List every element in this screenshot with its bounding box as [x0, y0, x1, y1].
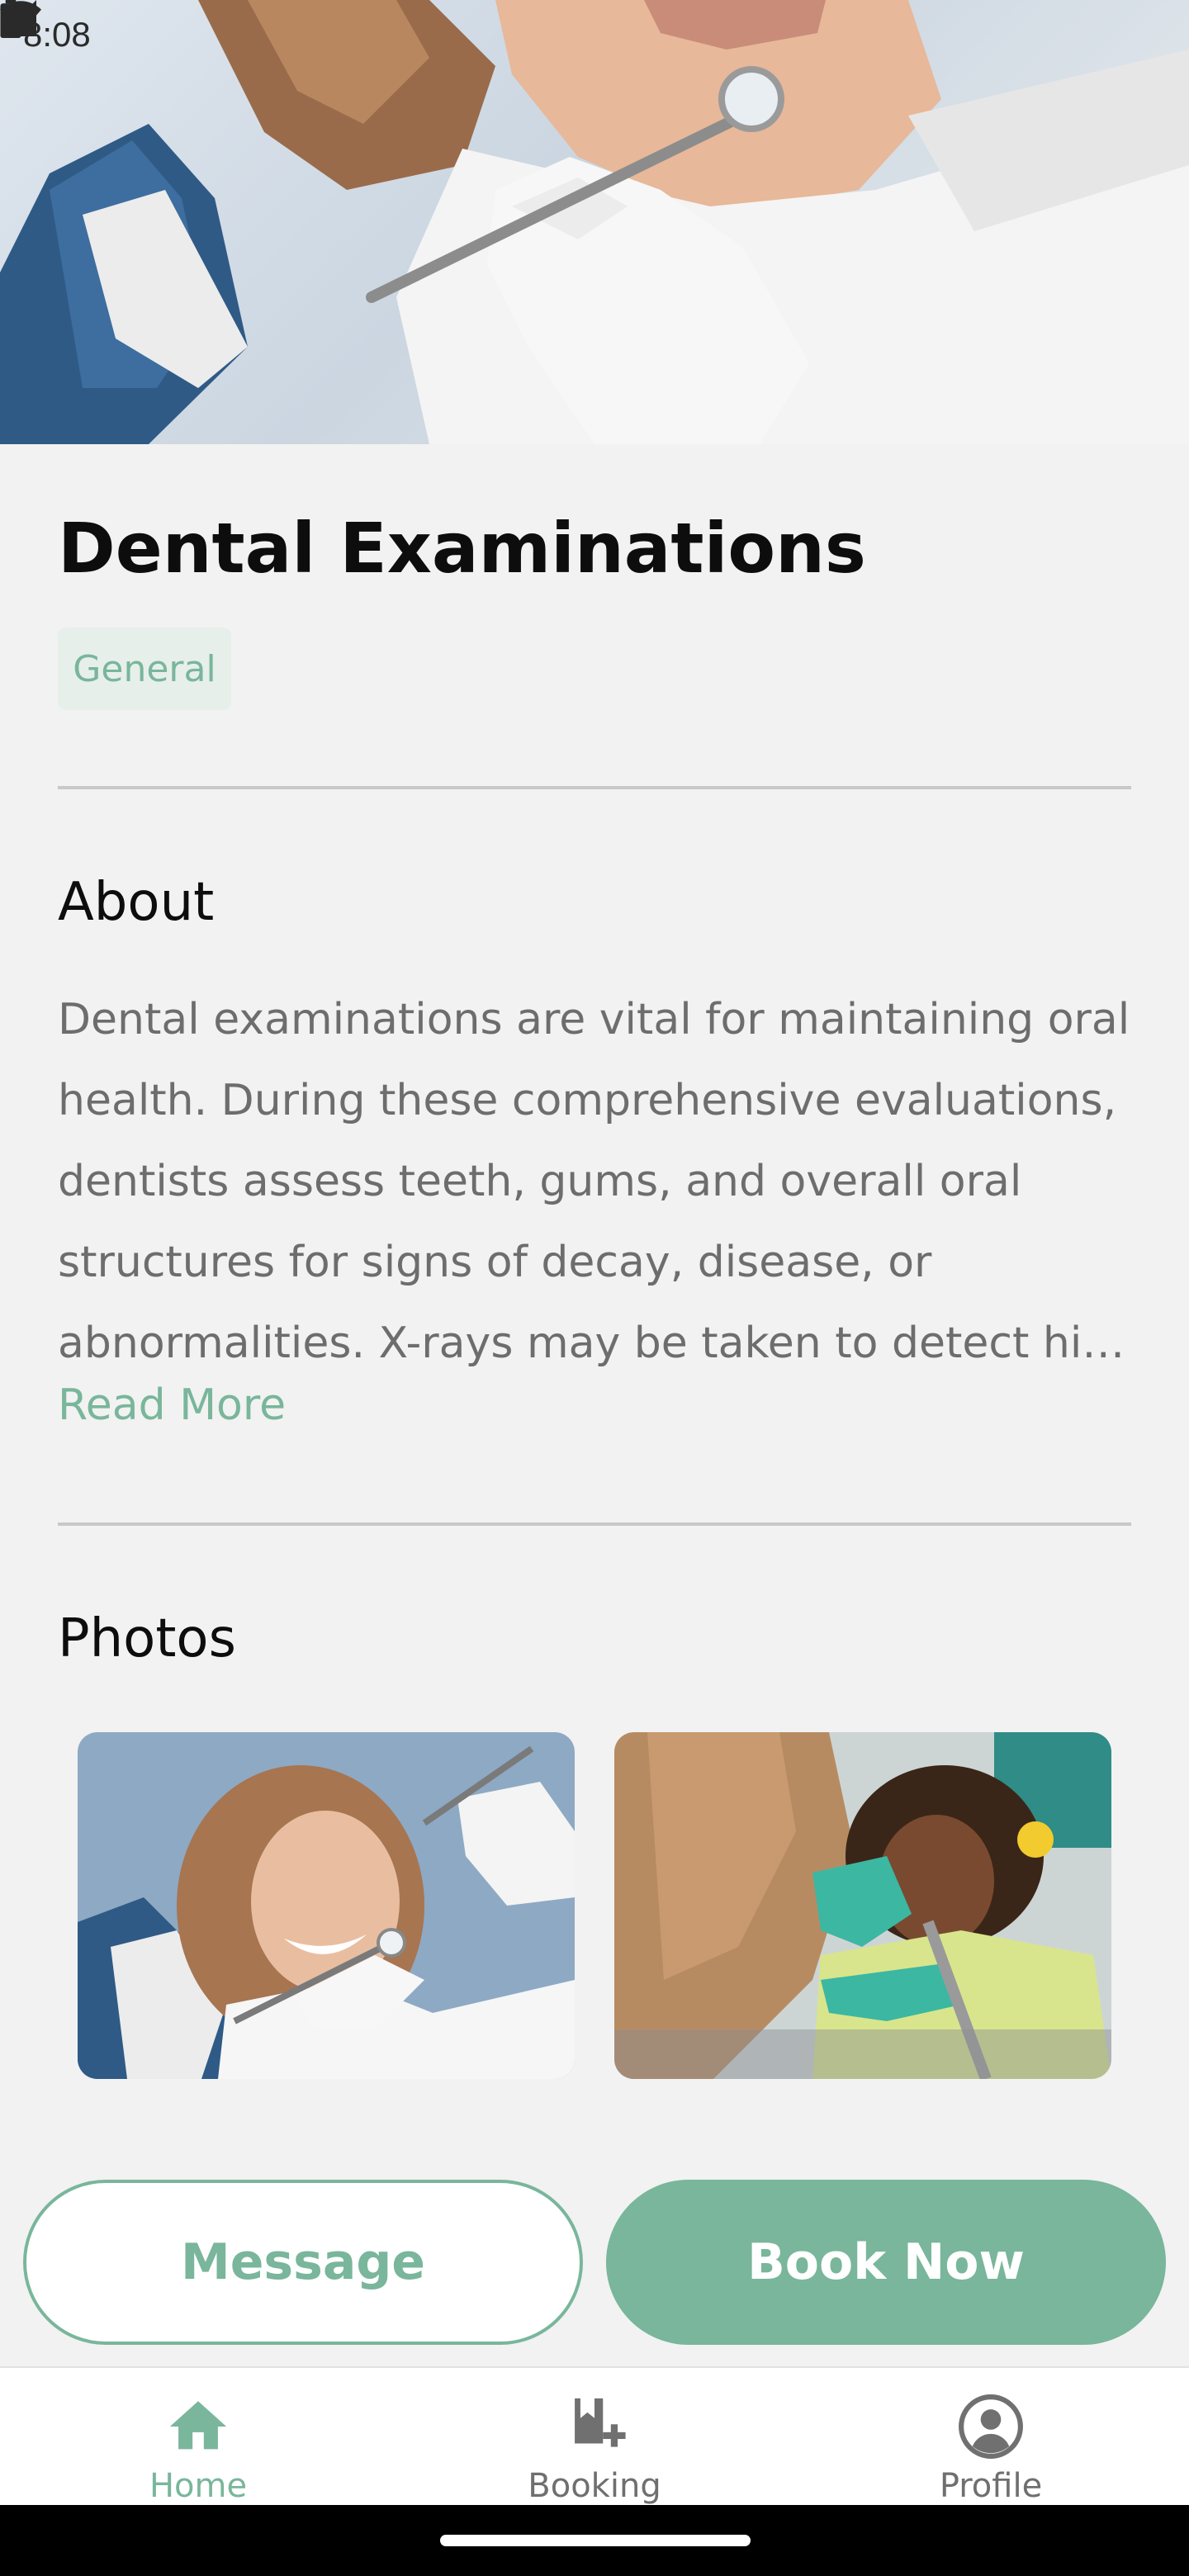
- photo-thumbnail[interactable]: [614, 1732, 1111, 2079]
- nav-item-label: Booking: [528, 2467, 661, 2505]
- profile-icon: [959, 2394, 1023, 2459]
- home-gesture-handle[interactable]: [440, 2535, 751, 2546]
- divider: [58, 1522, 1131, 1526]
- home-icon: [169, 2401, 227, 2450]
- page-title: Dental Examinations: [58, 508, 866, 589]
- read-more-link[interactable]: Read More: [58, 1380, 286, 1430]
- category-badge: General: [58, 627, 231, 710]
- nav-item-profile[interactable]: Profile: [793, 2368, 1189, 2505]
- battery-icon: [0, 0, 21, 38]
- divider: [58, 786, 1131, 789]
- smiling-patient-photo: [78, 1732, 575, 2079]
- child-dental-photo: [614, 1732, 1111, 2079]
- status-bar: 8:08: [0, 0, 1189, 69]
- book-now-button[interactable]: Book Now: [606, 2180, 1166, 2345]
- about-text: Dental examinations are vital for mainta…: [58, 995, 1130, 1368]
- nav-item-label: Profile: [939, 2467, 1043, 2505]
- photo-thumbnail[interactable]: [78, 1732, 575, 2079]
- nav-item-label: Home: [149, 2467, 248, 2505]
- about-heading: About: [58, 872, 215, 933]
- booking-icon: [575, 2398, 626, 2447]
- photos-heading: Photos: [58, 1608, 236, 1669]
- hero-image: 8:08: [0, 0, 1189, 444]
- nav-item-home[interactable]: Home: [0, 2368, 396, 2505]
- bottom-navigation: Home Booking Profile: [0, 2366, 1189, 2505]
- message-button[interactable]: Message: [23, 2180, 583, 2345]
- nav-item-booking[interactable]: Booking: [396, 2368, 793, 2505]
